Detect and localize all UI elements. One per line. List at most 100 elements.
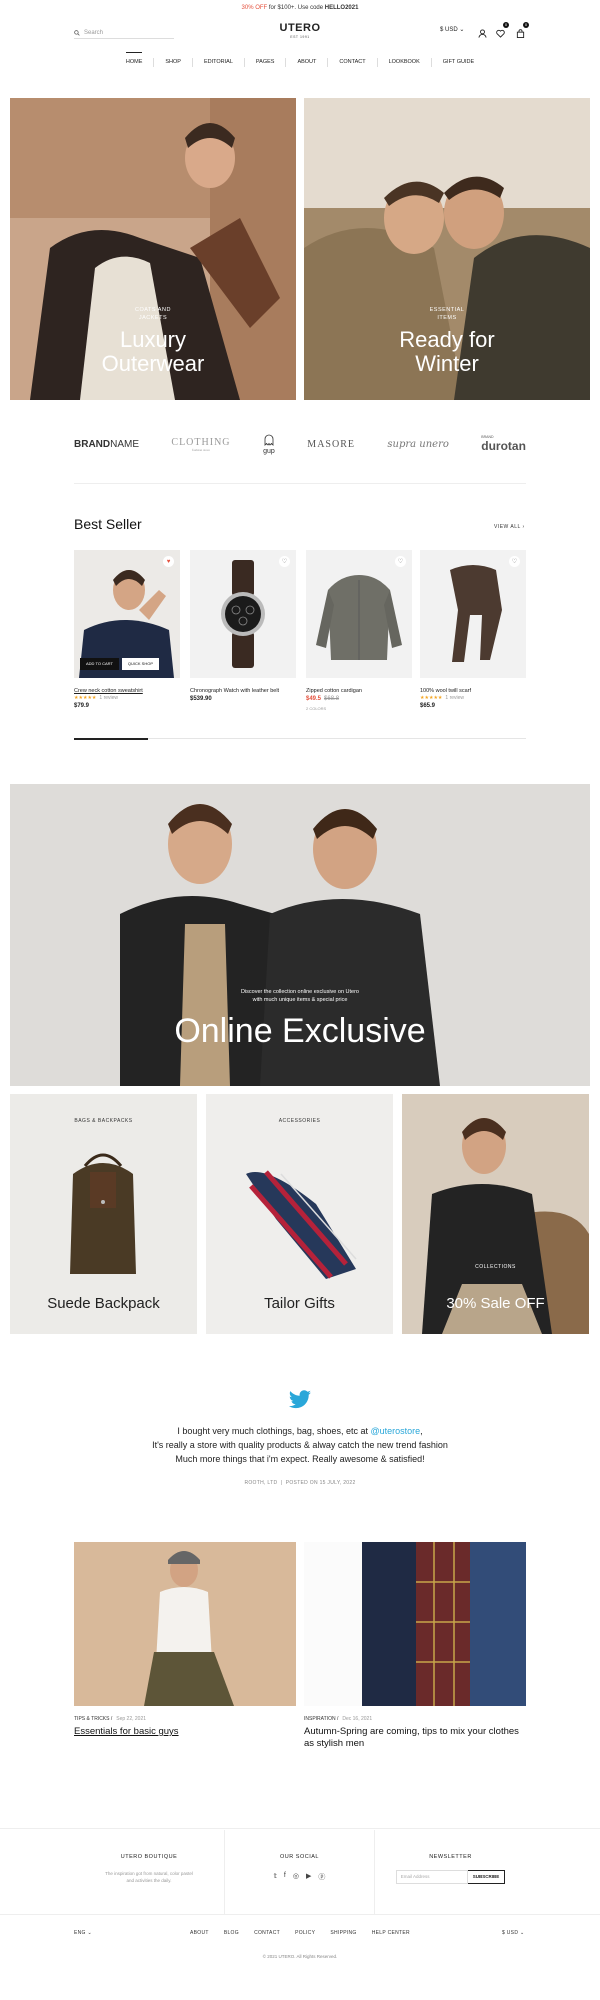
heart-icon xyxy=(496,29,505,38)
twitter-icon[interactable]: 𝕥 xyxy=(274,1872,277,1882)
language-selector[interactable]: ENG ⌄ xyxy=(74,1930,92,1936)
tile-tailor-gifts[interactable]: ACCESSORIES Tailor Gifts xyxy=(206,1094,393,1334)
scrollbar-thumb[interactable] xyxy=(74,737,148,740)
wishlist-button[interactable]: 0 xyxy=(496,22,509,38)
hero-outerwear-caption: COATS AND JACKETS Luxury Outerwear xyxy=(10,306,296,376)
wishlist-toggle[interactable]: ♡ xyxy=(279,556,290,567)
product-name[interactable]: Zipped cotton cardigan xyxy=(306,688,412,695)
nav-lookbook[interactable]: LOOKBOOK xyxy=(378,58,432,67)
youtube-icon[interactable]: ▶ xyxy=(306,1872,311,1882)
tile-kicker: COLLECTIONS xyxy=(475,1264,516,1270)
footer-link-blog[interactable]: BLOG xyxy=(224,1930,239,1936)
wishlist-toggle[interactable]: ♥ xyxy=(163,556,174,567)
brand-clothing[interactable]: CLOTHING fashion store xyxy=(171,437,230,452)
product-card[interactable]: ♡ Zipped cotton cardigan $49.5 $68.8 2 CO… xyxy=(306,550,412,711)
banner-title: Online Exclusive xyxy=(174,1012,426,1050)
hero-title: Luxury xyxy=(119,327,187,352)
tile-kicker: BAGS & BACKPACKS xyxy=(74,1118,133,1124)
brand-durotan[interactable]: BRAND durotan xyxy=(481,435,526,453)
logo-text: UTERO xyxy=(279,22,321,34)
blog-date: Sep 22, 2021 xyxy=(116,1716,147,1722)
chevron-down-icon: ⌄ xyxy=(459,27,465,33)
scarf-photo xyxy=(450,565,502,662)
nav-editorial[interactable]: EDITORIAL xyxy=(193,58,245,67)
account-button[interactable] xyxy=(478,25,488,38)
hero-outerwear[interactable]: COATS AND JACKETS Luxury Outerwear xyxy=(10,98,296,400)
twitter-icon xyxy=(288,1390,312,1410)
wishlist-toggle[interactable]: ♡ xyxy=(509,556,520,567)
product-rating: ★★★★★ 1 review xyxy=(74,695,180,702)
tile-title: Tailor Gifts xyxy=(264,1295,335,1312)
product-name[interactable]: Chronograph Watch with leather belt xyxy=(190,688,296,695)
view-all-link[interactable]: VIEW ALL › xyxy=(494,524,525,530)
product-name[interactable]: 100% wool twill scarf xyxy=(420,688,526,695)
blog-meta: TIPS & TRICKS / Sep 22, 2021 xyxy=(74,1716,147,1722)
nav-contact[interactable]: CONTACT xyxy=(328,58,378,67)
footer-link-help-center[interactable]: HELP CENTER xyxy=(372,1930,410,1936)
quick-shop-button[interactable]: QUICK SHOP xyxy=(121,658,160,670)
brand-brandname[interactable]: BRANDNAME xyxy=(74,439,139,450)
brand-gup[interactable]: gup xyxy=(263,434,275,455)
instagram-icon[interactable]: ◎ xyxy=(293,1872,299,1882)
footer-text: and activities the daily. xyxy=(126,1878,172,1883)
brand-masore[interactable]: MASORE xyxy=(307,439,355,450)
wishlist-toggle[interactable]: ♡ xyxy=(395,556,406,567)
search-input[interactable]: Search xyxy=(74,27,174,39)
product-card[interactable]: ♡ 100% wool twill scarf ★★★★★ 1 review $6… xyxy=(420,550,526,711)
footer-link-contact[interactable]: CONTACT xyxy=(254,1930,280,1936)
divider xyxy=(74,483,526,484)
blog-title[interactable]: Essentials for basic guys xyxy=(74,1726,179,1738)
footer-link-policy[interactable]: POLICY xyxy=(295,1930,315,1936)
search-icon xyxy=(74,29,80,36)
footer-currency-selector[interactable]: $ USD ⌄ xyxy=(502,1930,524,1936)
heart-icon: ♥ xyxy=(166,558,171,565)
currency-selector[interactable]: $ USD ⌄ xyxy=(440,26,464,33)
hero-winter[interactable]: ESSENTIAL ITEMS Ready for Winter xyxy=(304,98,590,400)
add-to-cart-button[interactable]: ADD TO CART xyxy=(80,658,119,670)
footer-link-about[interactable]: ABOUT xyxy=(190,1930,209,1936)
view-all-label: VIEW ALL xyxy=(494,524,521,530)
cardigan-photo xyxy=(316,575,402,660)
facebook-icon[interactable]: f xyxy=(284,1872,286,1882)
logo[interactable]: UTERO EST 1991 xyxy=(270,22,330,39)
quote-handle[interactable]: @uterostore xyxy=(370,1426,420,1436)
blog-image[interactable] xyxy=(74,1542,296,1706)
nav-pages[interactable]: PAGES xyxy=(245,58,287,67)
tile-sale[interactable]: COLLECTIONS 30% Sale OFF xyxy=(402,1094,589,1334)
pinterest-icon[interactable]: ⓟ xyxy=(318,1872,325,1882)
sale-price: $49.5 xyxy=(306,696,322,702)
tile-backpack[interactable]: BAGS & BACKPACKS Suede Backpack xyxy=(10,1094,197,1334)
product-name[interactable]: Crew neck cotton sweatshirt xyxy=(74,688,180,695)
blog-category[interactable]: TIPS & TRICKS xyxy=(74,1716,109,1722)
footer-heading: NEWSLETTER xyxy=(429,1854,472,1860)
carousel-scrollbar[interactable] xyxy=(74,737,526,740)
section-title: Best Seller xyxy=(74,516,142,532)
product-card[interactable]: ♥ ADD TO CART QUICK SHOP Crew neck cotto… xyxy=(74,550,180,711)
footer-about: UTERO BOUTIQUE The inspiration got from … xyxy=(74,1830,224,1914)
copyright: © 2021 UTERO. All Rights Reserved. xyxy=(262,1954,338,1959)
product-card[interactable]: ♡ Chronograph Watch with leather belt $5… xyxy=(190,550,296,704)
footer-divider xyxy=(0,1828,600,1829)
nav-home[interactable]: HOME xyxy=(115,52,155,67)
nav-shop[interactable]: SHOP xyxy=(154,58,193,67)
blog-title[interactable]: Autumn-Spring are coming, tips to mix yo… xyxy=(304,1726,526,1750)
blog-image[interactable] xyxy=(304,1542,526,1706)
footer-link-shipping[interactable]: SHIPPING xyxy=(330,1930,356,1936)
brand-supra-unero[interactable]: supra unero xyxy=(387,439,449,450)
product-rating: ★★★★★ 1 review xyxy=(420,695,526,702)
search-placeholder: Search xyxy=(84,29,104,36)
newsletter-email-input[interactable]: Email Address xyxy=(395,1870,468,1884)
subscribe-button[interactable]: SUBSCRIBE xyxy=(467,1870,506,1884)
cart-button[interactable]: 0 xyxy=(516,22,529,38)
nav-gift-guide[interactable]: GIFT GUIDE xyxy=(432,58,485,67)
nav-about[interactable]: ABOUT xyxy=(286,58,329,67)
brand-subtext: fashion store xyxy=(191,447,210,452)
quote-text: Much more things that i'm expect. Really… xyxy=(175,1454,425,1464)
chevron-down-icon: ⌄ xyxy=(87,1930,92,1936)
footer-heading: UTERO BOUTIQUE xyxy=(120,1854,178,1860)
online-exclusive-banner[interactable]: Discover the collection online exclusive… xyxy=(10,784,590,1086)
product-price: $79.9 xyxy=(74,703,90,709)
brand-logos: BRANDNAME CLOTHING fashion store gup MASO… xyxy=(74,430,526,458)
blog-category[interactable]: INSPIRATION xyxy=(304,1716,336,1722)
product-price: $65.9 xyxy=(420,703,436,709)
